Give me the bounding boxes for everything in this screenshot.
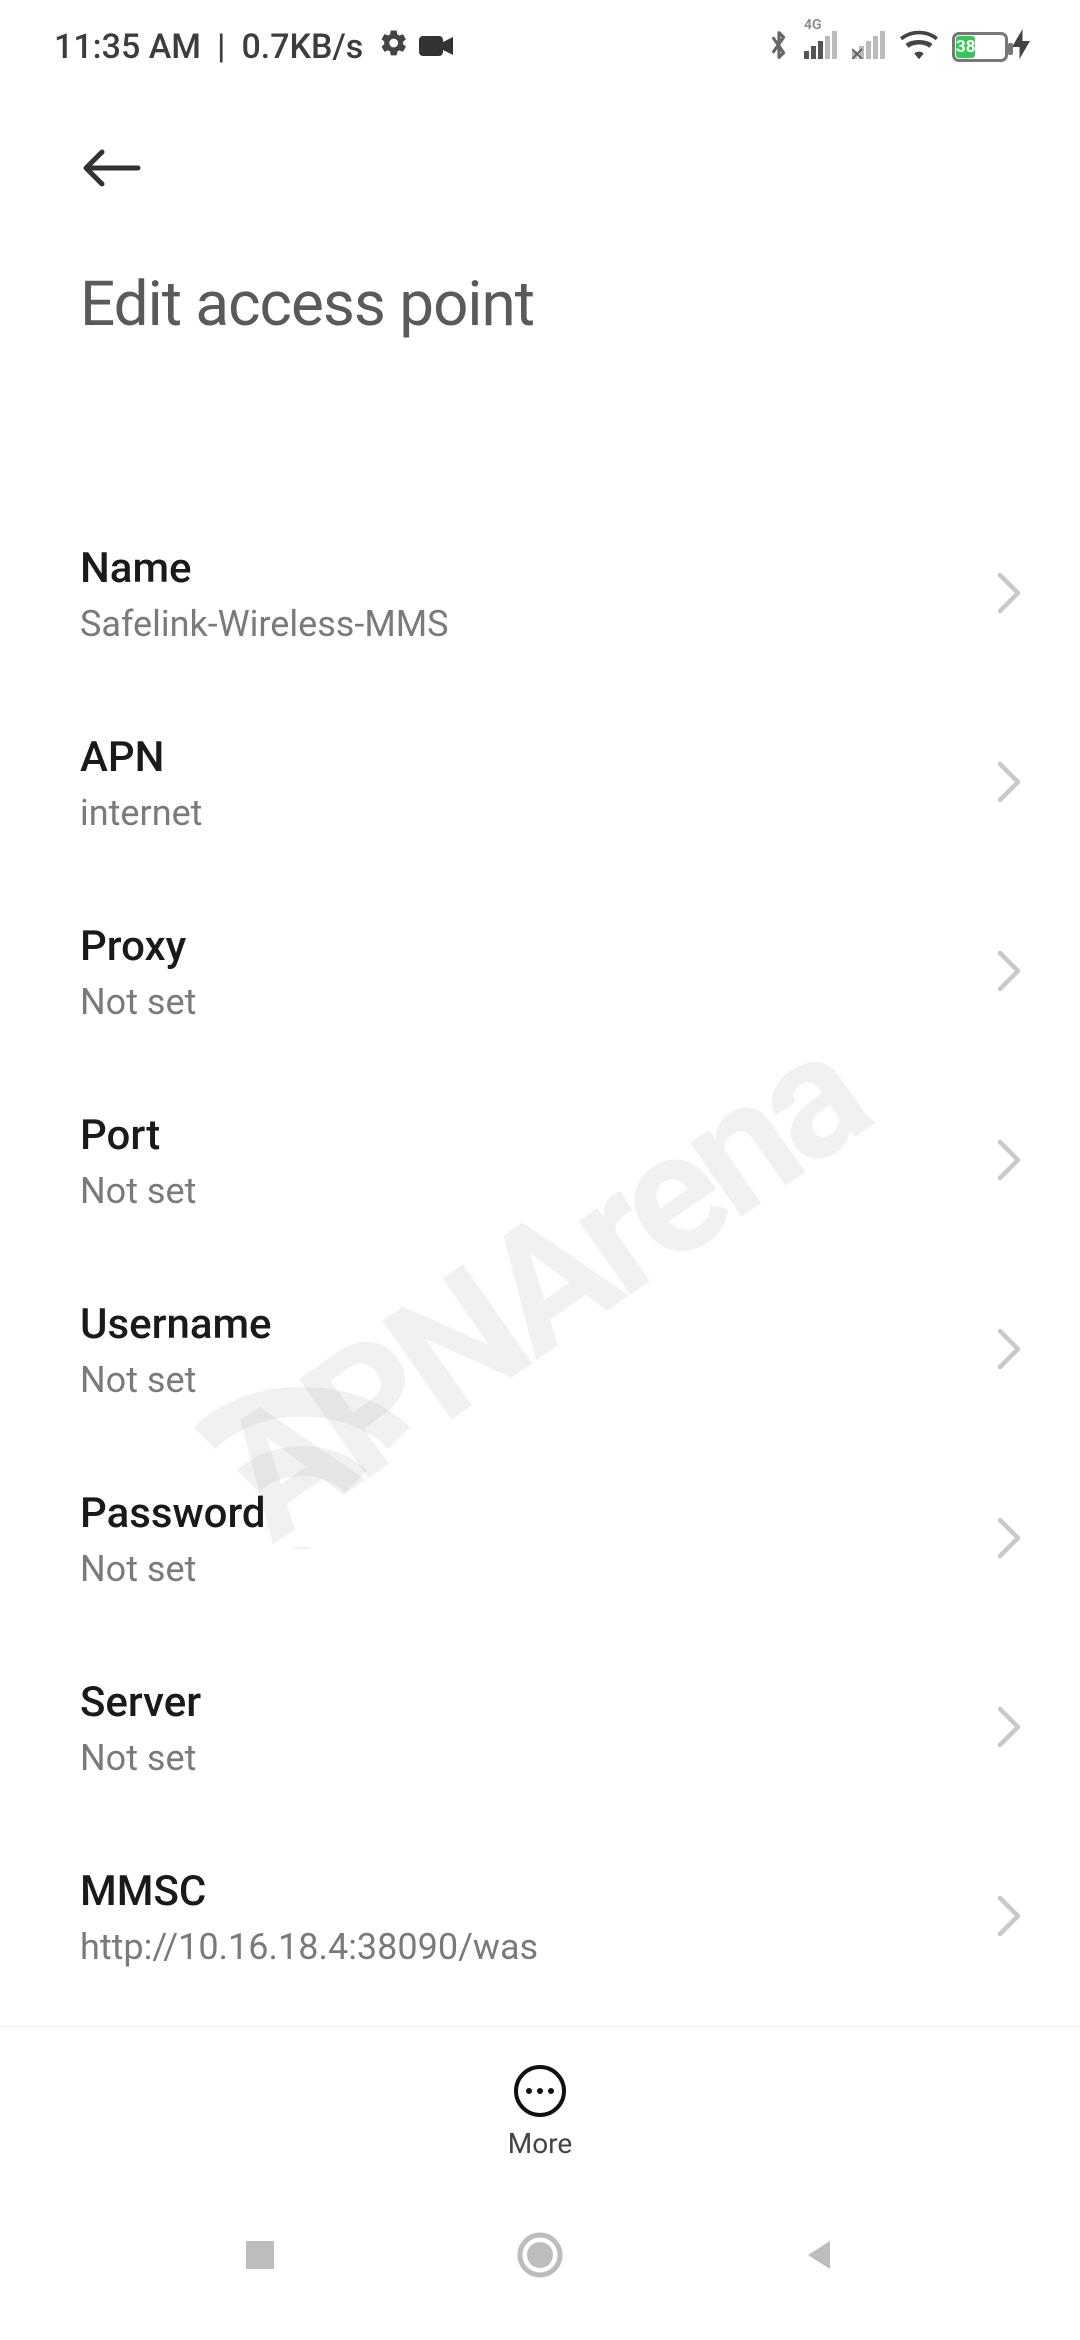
status-right: 4G 38	[768, 28, 1030, 66]
row-name[interactable]: Name Safelink-Wireless-MMS	[0, 500, 1080, 689]
status-time: 11:35 AM	[54, 27, 201, 67]
row-label: MMSC	[80, 1867, 538, 1916]
row-password[interactable]: Password Not set	[0, 1445, 1080, 1634]
chevron-right-icon	[996, 1706, 1022, 1752]
nav-back-button[interactable]	[770, 2235, 870, 2275]
settings-list: Name Safelink-Wireless-MMS APN internet …	[0, 500, 1080, 2050]
row-value: http://10.16.18.4:38090/was	[80, 1926, 538, 1968]
bluetooth-icon	[768, 28, 790, 66]
bottom-action-bar: More	[0, 2026, 1080, 2190]
system-nav-bar	[0, 2190, 1080, 2340]
row-value: Not set	[80, 1548, 266, 1590]
row-label: Username	[80, 1300, 272, 1349]
row-value: Not set	[80, 1359, 272, 1401]
row-label: Port	[80, 1111, 196, 1160]
status-bar: 11:35 AM | 0.7KB/s 4G	[0, 0, 1080, 88]
row-label: Password	[80, 1489, 266, 1538]
charging-icon	[1012, 29, 1030, 65]
more-button[interactable]: More	[508, 2065, 573, 2160]
chevron-right-icon	[996, 1139, 1022, 1185]
row-username[interactable]: Username Not set	[0, 1256, 1080, 1445]
row-value: internet	[80, 792, 202, 834]
square-icon	[240, 2235, 280, 2275]
more-icon	[514, 2065, 566, 2117]
back-button[interactable]	[80, 128, 160, 208]
row-mmsc[interactable]: MMSC http://10.16.18.4:38090/was	[0, 1823, 1080, 2012]
page-title: Edit access point	[80, 268, 1024, 341]
chevron-right-icon	[996, 1895, 1022, 1941]
chevron-right-icon	[996, 761, 1022, 807]
row-label: APN	[80, 733, 202, 782]
settings-list-viewport[interactable]: Name Safelink-Wireless-MMS APN internet …	[0, 400, 1080, 2050]
chevron-right-icon	[996, 1328, 1022, 1374]
status-left: 11:35 AM | 0.7KB/s	[54, 27, 453, 67]
more-label: More	[508, 2127, 573, 2160]
row-value: Not set	[80, 1170, 196, 1212]
row-proxy[interactable]: Proxy Not set	[0, 878, 1080, 1067]
nav-recent-button[interactable]	[210, 2235, 310, 2275]
row-value: Not set	[80, 1737, 201, 1779]
settings-icon	[379, 27, 409, 67]
chevron-right-icon	[996, 1517, 1022, 1563]
signal-4g-icon: 4G	[804, 31, 838, 63]
row-server[interactable]: Server Not set	[0, 1634, 1080, 1823]
nav-home-button[interactable]	[490, 2231, 590, 2279]
triangle-left-icon	[800, 2235, 840, 2275]
status-sep: |	[217, 27, 225, 67]
row-apn[interactable]: APN internet	[0, 689, 1080, 878]
arrow-left-icon	[80, 148, 142, 188]
row-label: Server	[80, 1678, 201, 1727]
signal-no-sim-icon	[852, 31, 886, 63]
chevron-right-icon	[996, 572, 1022, 618]
circle-icon	[516, 2231, 564, 2279]
battery-percent: 38	[956, 37, 975, 57]
header: Edit access point	[0, 88, 1080, 351]
row-label: Proxy	[80, 922, 196, 971]
battery-indicator: 38	[952, 29, 1030, 65]
status-netspeed: 0.7KB/s	[241, 27, 363, 67]
row-label: Name	[80, 544, 449, 593]
wifi-icon	[900, 30, 938, 64]
row-port[interactable]: Port Not set	[0, 1067, 1080, 1256]
chevron-right-icon	[996, 950, 1022, 996]
camera-icon	[419, 27, 453, 67]
row-value: Safelink-Wireless-MMS	[80, 603, 449, 645]
row-value: Not set	[80, 981, 196, 1023]
